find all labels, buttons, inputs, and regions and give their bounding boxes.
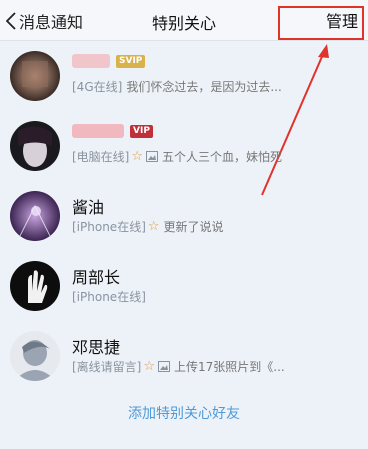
- online-status: [电脑在线]: [72, 150, 130, 164]
- contact-list: SVIP [4G在线] 我们怀念过去，是因为过去... VIP [电脑在线] ☆…: [0, 41, 368, 391]
- add-special-friend-link[interactable]: 添加特别关心好友: [0, 403, 368, 423]
- online-status: [离线请留言]: [72, 360, 142, 374]
- online-status: [4G在线]: [72, 80, 123, 94]
- avatar: [10, 191, 60, 241]
- online-status: [iPhone在线]: [72, 290, 146, 304]
- list-item[interactable]: 邓思捷 [离线请留言] ☆ 上传17张照片到《...: [0, 321, 368, 391]
- star-icon: ☆: [147, 219, 160, 234]
- image-icon: [146, 151, 159, 162]
- contact-name: [72, 124, 124, 138]
- contact-name: 邓思捷: [72, 338, 121, 357]
- svip-badge: SVIP: [116, 54, 146, 68]
- status-message: 五个人三个血，妹怕死: [162, 150, 283, 164]
- image-icon: [158, 361, 171, 372]
- status-message: 上传17张照片到《...: [174, 360, 285, 374]
- list-item[interactable]: VIP [电脑在线] ☆ 五个人三个血，妹怕死: [0, 111, 368, 181]
- contact-name: 周部长: [72, 268, 121, 287]
- avatar: [10, 51, 60, 101]
- online-status: [iPhone在线]: [72, 220, 146, 234]
- vip-badge: VIP: [130, 124, 153, 138]
- avatar: [10, 331, 60, 381]
- list-item[interactable]: SVIP [4G在线] 我们怀念过去，是因为过去...: [0, 41, 368, 111]
- star-icon: ☆: [143, 359, 156, 374]
- avatar: [10, 121, 60, 171]
- avatar: [10, 261, 60, 311]
- status-message: 更新了说说: [163, 220, 224, 234]
- list-item[interactable]: 周部长 [iPhone在线]: [0, 251, 368, 321]
- contact-name: 酱油: [72, 198, 105, 217]
- status-message: 我们怀念过去，是因为过去...: [126, 80, 282, 94]
- star-icon: ☆: [131, 149, 144, 164]
- contact-name: [72, 54, 110, 68]
- list-item[interactable]: 酱油 [iPhone在线] ☆ 更新了说说: [0, 181, 368, 251]
